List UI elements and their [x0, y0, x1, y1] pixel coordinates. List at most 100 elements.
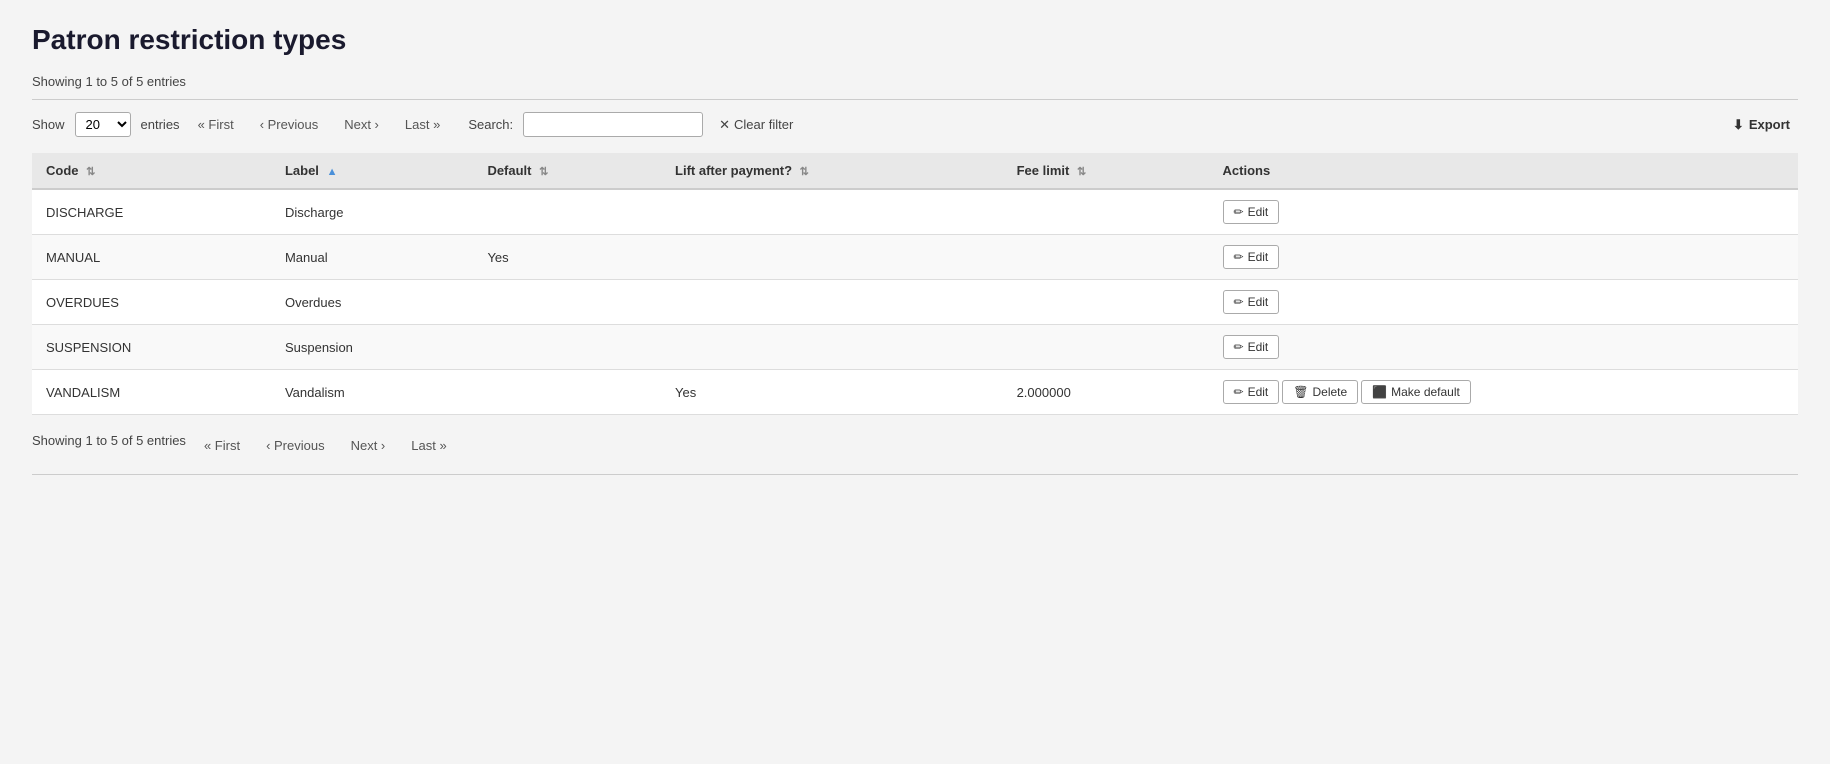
- previous-btn-top[interactable]: ‹ Previous: [252, 113, 327, 136]
- cell-default: [473, 189, 661, 235]
- search-input[interactable]: [523, 112, 703, 137]
- last-btn-top[interactable]: Last »: [397, 113, 448, 136]
- controls-row: Show 10 20 50 100 entries « First ‹ Prev…: [32, 112, 1798, 137]
- export-icon: ⬇: [1733, 117, 1744, 133]
- cell-default: [473, 325, 661, 370]
- edit-btn-row4[interactable]: ✏ Edit: [1223, 380, 1280, 404]
- edit-btn-row1[interactable]: ✏Edit: [1223, 245, 1280, 269]
- edit-label: Edit: [1248, 295, 1269, 309]
- table-row: OVERDUESOverdues ✏ Edit: [32, 280, 1798, 325]
- make-default-label: Make default: [1391, 385, 1460, 399]
- first-btn-bottom[interactable]: « First: [196, 434, 248, 457]
- col-lift-sort-icon: ⇅: [800, 166, 809, 178]
- cell-lift_after_payment: [661, 325, 1003, 370]
- table-row: MANUALManualYes ✏Edit: [32, 235, 1798, 280]
- edit-icon: ✏: [1234, 250, 1244, 264]
- cell-fee_limit: [1003, 280, 1209, 325]
- last-btn-bottom[interactable]: Last »: [403, 434, 454, 457]
- col-code[interactable]: Code ⇅: [32, 153, 271, 189]
- cell-lift_after_payment: [661, 235, 1003, 280]
- cell-fee_limit: [1003, 325, 1209, 370]
- table-row: SUSPENSIONSuspension ✏ Edit: [32, 325, 1798, 370]
- col-lift-after-payment[interactable]: Lift after payment? ⇅: [661, 153, 1003, 189]
- cell-lift_after_payment: Yes: [661, 370, 1003, 415]
- cell-fee_limit: 2.000000: [1003, 370, 1209, 415]
- top-divider: [32, 99, 1798, 100]
- edit-btn-row0[interactable]: ✏ Edit: [1223, 200, 1280, 224]
- cell-actions: ✏ Edit: [1209, 280, 1798, 325]
- cell-lift_after_payment: [661, 280, 1003, 325]
- previous-btn-bottom[interactable]: ‹ Previous: [258, 434, 333, 457]
- col-actions: Actions: [1209, 153, 1798, 189]
- col-label-label: Label: [285, 163, 319, 178]
- cell-actions: ✏ Edit: [1209, 325, 1798, 370]
- cell-label: Manual: [271, 235, 473, 280]
- col-fee-limit[interactable]: Fee limit ⇅: [1003, 153, 1209, 189]
- cell-label: Suspension: [271, 325, 473, 370]
- delete-btn-row4[interactable]: 🗑 Delete: [1282, 380, 1358, 404]
- edit-label: Edit: [1248, 205, 1269, 219]
- col-actions-label: Actions: [1223, 163, 1271, 178]
- col-label[interactable]: Label ▲: [271, 153, 473, 189]
- cell-label: Vandalism: [271, 370, 473, 415]
- cell-default: [473, 280, 661, 325]
- edit-btn-row3[interactable]: ✏ Edit: [1223, 335, 1280, 359]
- cell-actions: ✏Edit: [1209, 235, 1798, 280]
- make-default-btn-row4[interactable]: ⬛ Make default: [1361, 380, 1471, 404]
- export-label: Export: [1749, 117, 1790, 132]
- cell-actions: ✏ Edit 🗑 Delete ⬛ Make default: [1209, 370, 1798, 415]
- col-label-sort-icon: ▲: [327, 166, 338, 178]
- export-btn[interactable]: ⬇ Export: [1725, 113, 1798, 137]
- edit-icon: ✏: [1234, 295, 1244, 309]
- edit-label: Edit: [1248, 385, 1269, 399]
- cell-code: OVERDUES: [32, 280, 271, 325]
- make-default-icon: ⬛: [1372, 385, 1387, 399]
- clear-filter-btn[interactable]: ✕ Clear filter: [713, 113, 799, 137]
- showing-info-bottom: Showing 1 to 5 of 5 entries: [32, 433, 186, 448]
- cell-code: VANDALISM: [32, 370, 271, 415]
- edit-icon: ✏: [1234, 385, 1244, 399]
- show-label: Show: [32, 117, 65, 132]
- next-btn-bottom[interactable]: Next ›: [343, 434, 394, 457]
- delete-icon: 🗑: [1293, 385, 1308, 399]
- first-btn-top[interactable]: « First: [190, 113, 242, 136]
- cell-default: [473, 370, 661, 415]
- edit-icon: ✏: [1234, 340, 1244, 354]
- cell-code: DISCHARGE: [32, 189, 271, 235]
- cell-label: Overdues: [271, 280, 473, 325]
- cell-fee_limit: [1003, 235, 1209, 280]
- col-code-sort-icon: ⇅: [86, 166, 95, 178]
- table-row: DISCHARGEDischarge ✏ Edit: [32, 189, 1798, 235]
- x-icon: ✕: [719, 117, 730, 133]
- bottom-divider: [32, 474, 1798, 475]
- col-fee-limit-sort-icon: ⇅: [1077, 166, 1086, 178]
- cell-default: Yes: [473, 235, 661, 280]
- col-fee-limit-label: Fee limit: [1017, 163, 1070, 178]
- col-default-sort-icon: ⇅: [539, 166, 548, 178]
- showing-info-top: Showing 1 to 5 of 5 entries: [32, 74, 1798, 89]
- col-default-label: Default: [487, 163, 531, 178]
- next-btn-top[interactable]: Next ›: [336, 113, 387, 136]
- cell-lift_after_payment: [661, 189, 1003, 235]
- entries-select[interactable]: 10 20 50 100: [75, 112, 131, 137]
- page-title: Patron restriction types: [32, 24, 1798, 56]
- col-default[interactable]: Default ⇅: [473, 153, 661, 189]
- table-header: Code ⇅ Label ▲ Default ⇅ Lift after paym…: [32, 153, 1798, 189]
- cell-code: SUSPENSION: [32, 325, 271, 370]
- cell-fee_limit: [1003, 189, 1209, 235]
- bottom-bar: Showing 1 to 5 of 5 entries « First ‹ Pr…: [32, 429, 1798, 458]
- edit-btn-row2[interactable]: ✏ Edit: [1223, 290, 1280, 314]
- table-body: DISCHARGEDischarge✏EditMANUALManualYes✏E…: [32, 189, 1798, 415]
- entries-label: entries: [141, 117, 180, 132]
- table-row: VANDALISMVandalism Yes2.000000 ✏ Edit 🗑 Delet…: [32, 370, 1798, 415]
- cell-code: MANUAL: [32, 235, 271, 280]
- edit-label: Edit: [1248, 340, 1269, 354]
- delete-label: Delete: [1313, 385, 1348, 399]
- col-code-label: Code: [46, 163, 79, 178]
- edit-icon: ✏: [1234, 205, 1244, 219]
- search-label: Search:: [468, 117, 513, 132]
- col-lift-after-payment-label: Lift after payment?: [675, 163, 792, 178]
- cell-actions: ✏ Edit: [1209, 189, 1798, 235]
- clear-filter-label: Clear filter: [734, 117, 793, 132]
- cell-label: Discharge: [271, 189, 473, 235]
